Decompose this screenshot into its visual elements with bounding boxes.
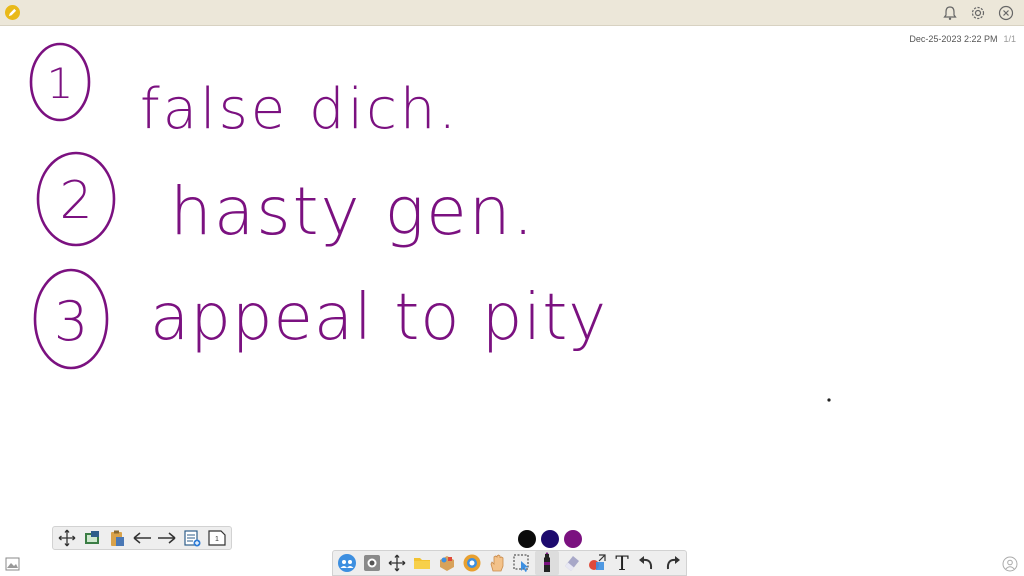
arrow-left-icon[interactable] xyxy=(131,527,153,549)
page-number-badge: 1 xyxy=(215,536,219,543)
color-swatch-navy[interactable] xyxy=(541,530,559,548)
list-item-3: 3 appeal to pity xyxy=(33,268,607,370)
browser-icon[interactable] xyxy=(460,551,484,575)
number-1: 1 xyxy=(47,59,74,108)
list-item-1: 1 false dich. xyxy=(29,42,459,142)
eraser-icon[interactable] xyxy=(560,551,584,575)
color-swatch-purple[interactable] xyxy=(564,530,582,548)
whiteboard-canvas[interactable]: 1 false dich. 2 hasty gen. 3 appeal to p… xyxy=(0,26,1024,550)
text-tool-glyph: T xyxy=(615,551,629,575)
number-3: 3 xyxy=(54,290,88,353)
marker-icon[interactable] xyxy=(535,551,559,575)
participants-icon[interactable] xyxy=(335,551,359,575)
line-text-2: hasty gen. xyxy=(170,173,536,250)
text-icon[interactable]: T xyxy=(610,551,634,575)
line-text-1: false dich. xyxy=(140,77,459,142)
arrow-right-icon[interactable] xyxy=(156,527,178,549)
top-actions xyxy=(940,3,1016,23)
user-account-icon[interactable] xyxy=(1002,556,1018,572)
page-toolbar: 1 xyxy=(52,526,232,550)
redo-icon[interactable] xyxy=(660,551,684,575)
screenshot-icon[interactable] xyxy=(81,527,103,549)
hand-icon[interactable] xyxy=(485,551,509,575)
line-text-3: appeal to pity xyxy=(150,281,607,355)
stray-ink-dot xyxy=(827,398,831,402)
add-page-icon[interactable] xyxy=(181,527,203,549)
folder-icon[interactable] xyxy=(410,551,434,575)
top-bar xyxy=(0,0,1024,26)
move-icon[interactable] xyxy=(385,551,409,575)
image-gallery-icon[interactable] xyxy=(5,556,21,572)
list-item-2: 2 hasty gen. xyxy=(36,151,536,250)
select-icon[interactable] xyxy=(510,551,534,575)
pencil-badge-icon[interactable] xyxy=(5,5,20,20)
color-swatch-black[interactable] xyxy=(518,530,536,548)
undo-icon[interactable] xyxy=(635,551,659,575)
color-palette xyxy=(518,530,582,548)
shapes-box-icon[interactable] xyxy=(435,551,459,575)
bell-icon[interactable] xyxy=(940,3,960,23)
close-icon[interactable] xyxy=(996,3,1016,23)
gear-icon[interactable] xyxy=(968,3,988,23)
move-icon[interactable] xyxy=(56,527,78,549)
drawing-toolbar: T xyxy=(332,550,687,576)
shapes-icon[interactable] xyxy=(585,551,609,575)
clipboard-icon[interactable] xyxy=(106,527,128,549)
page-icon[interactable]: 1 xyxy=(206,527,228,549)
camera-icon[interactable] xyxy=(360,551,384,575)
number-2: 2 xyxy=(59,171,92,231)
